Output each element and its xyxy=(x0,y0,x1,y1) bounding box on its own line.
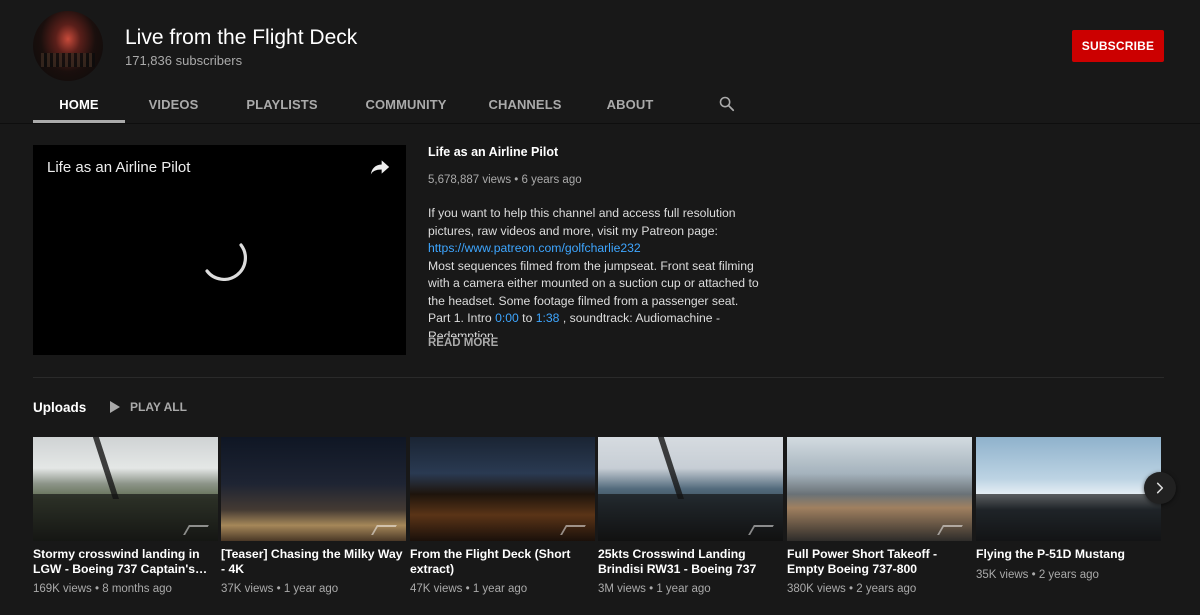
channel-header: Live from the Flight Deck 171,836 subscr… xyxy=(0,0,1200,123)
channel-avatar[interactable] xyxy=(33,11,103,81)
watermark-logo xyxy=(560,525,586,535)
video-card[interactable]: 25kts Crosswind Landing Brindisi RW31 - … xyxy=(598,437,783,595)
video-meta: 35K views • 2 years ago xyxy=(976,568,1099,581)
description-text: Part 1. Intro xyxy=(428,311,496,325)
featured-video-meta: 5,678,887 views • 6 years ago xyxy=(428,174,582,186)
featured-video-title[interactable]: Life as an Airline Pilot xyxy=(428,145,558,159)
video-meta: 37K views • 1 year ago xyxy=(221,583,339,595)
video-meta: 47K views • 1 year ago xyxy=(410,583,528,595)
video-thumbnail[interactable] xyxy=(410,437,595,541)
video-card[interactable]: [Teaser] Chasing the Milky Way - 4K 37K … xyxy=(221,437,406,595)
timestamp-link[interactable]: 1:38 xyxy=(536,311,560,325)
video-meta: 380K views • 2 years ago xyxy=(787,583,917,595)
video-meta: 3M views • 1 year ago xyxy=(598,583,711,595)
video-title[interactable]: [Teaser] Chasing the Milky Way - 4K xyxy=(221,547,406,576)
description-text: to xyxy=(518,311,536,325)
video-meta: 169K views • 8 months ago xyxy=(33,583,172,595)
chevron-right-icon xyxy=(1156,482,1164,494)
video-card[interactable]: Stormy crosswind landing in LGW - Boeing… xyxy=(33,437,218,595)
play-all-label: PLAY ALL xyxy=(130,400,187,414)
header-divider xyxy=(0,123,1200,124)
timestamp-link[interactable]: 0:00 xyxy=(495,311,519,325)
video-title[interactable]: Full Power Short Takeoff - Empty Boeing … xyxy=(787,547,972,576)
channel-tabs: HOME VIDEOS PLAYLISTS COMMUNITY CHANNELS… xyxy=(33,85,680,123)
video-thumbnail[interactable] xyxy=(787,437,972,541)
video-thumbnail[interactable] xyxy=(33,437,218,541)
video-card[interactable]: From the Flight Deck (Short extract) 47K… xyxy=(410,437,595,595)
tab-about[interactable]: ABOUT xyxy=(580,85,680,123)
thumbnail-cockpit xyxy=(976,494,1161,541)
play-all-button[interactable]: PLAY ALL xyxy=(110,400,187,414)
video-title[interactable]: Flying the P-51D Mustang xyxy=(976,547,1161,562)
loading-spinner-icon xyxy=(205,243,247,281)
subscribe-button[interactable]: SUBSCRIBE xyxy=(1072,30,1164,62)
patreon-link[interactable]: https://www.patreon.com/golfcharlie232 xyxy=(428,241,641,255)
video-title[interactable]: From the Flight Deck (Short extract) xyxy=(410,547,595,576)
video-thumbnail[interactable] xyxy=(598,437,783,541)
carousel-next-button[interactable] xyxy=(1144,472,1176,504)
description-text: If you want to help this channel and acc… xyxy=(428,206,736,238)
tab-community[interactable]: COMMUNITY xyxy=(342,85,470,123)
video-thumbnail[interactable] xyxy=(221,437,406,541)
video-card[interactable]: Flying the P-51D Mustang 35K views • 2 y… xyxy=(976,437,1161,581)
watermark-logo xyxy=(371,525,397,535)
uploads-heading[interactable]: Uploads xyxy=(33,400,86,415)
featured-video-player[interactable]: Life as an Airline Pilot xyxy=(33,145,406,355)
tab-playlists[interactable]: PLAYLISTS xyxy=(222,85,342,123)
subscriber-count: 171,836 subscribers xyxy=(125,53,243,68)
video-title[interactable]: Stormy crosswind landing in LGW - Boeing… xyxy=(33,547,218,576)
read-more-button[interactable]: READ MORE xyxy=(428,337,498,349)
tab-home[interactable]: HOME xyxy=(33,85,125,123)
tab-videos[interactable]: VIDEOS xyxy=(125,85,222,123)
description-text: Most sequences filmed from the jumpseat.… xyxy=(428,258,759,308)
thumbnail-frame xyxy=(657,437,685,500)
share-icon[interactable] xyxy=(370,158,390,176)
watermark-logo xyxy=(937,525,963,535)
section-divider xyxy=(33,377,1164,378)
search-icon[interactable] xyxy=(718,95,735,112)
thumbnail-frame xyxy=(92,437,120,500)
video-title[interactable]: 25kts Crosswind Landing Brindisi RW31 - … xyxy=(598,547,783,576)
featured-video-description: If you want to help this channel and acc… xyxy=(428,205,778,337)
video-card[interactable]: Full Power Short Takeoff - Empty Boeing … xyxy=(787,437,972,595)
player-title[interactable]: Life as an Airline Pilot xyxy=(47,159,190,176)
channel-title[interactable]: Live from the Flight Deck xyxy=(125,26,357,50)
play-icon xyxy=(110,401,120,413)
tab-channels[interactable]: CHANNELS xyxy=(470,85,580,123)
video-thumbnail[interactable] xyxy=(976,437,1161,541)
